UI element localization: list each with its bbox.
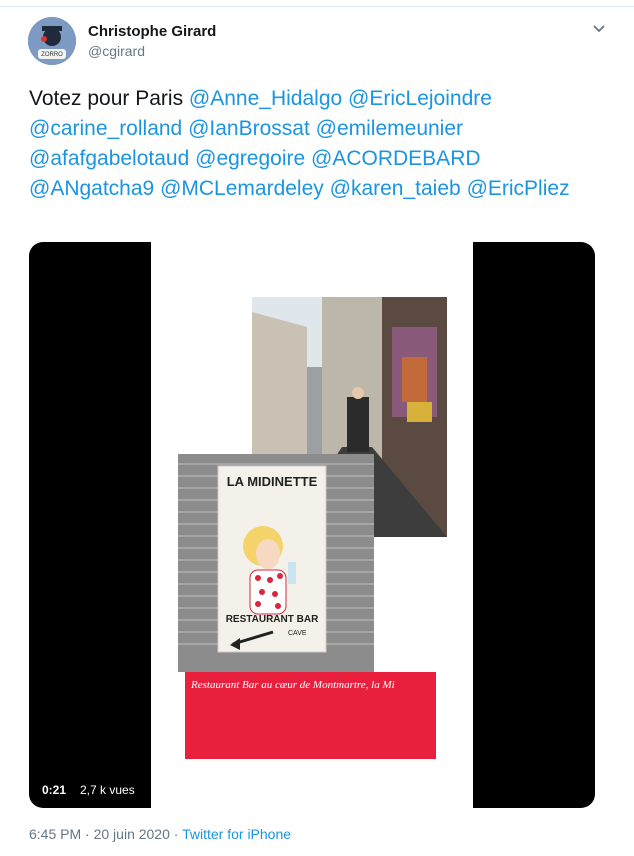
mention-link[interactable]: @EricPliez [467, 177, 570, 200]
mention-link[interactable]: @karen_taieb [330, 177, 461, 200]
chevron-down-icon[interactable] [592, 22, 606, 36]
caption-text: Restaurant Bar au cœur de Montmartre, la… [191, 679, 395, 691]
svg-text:ZORRO: ZORRO [41, 52, 63, 58]
top-border [0, 0, 634, 7]
tweet-source-link[interactable]: Twitter for iPhone [182, 826, 291, 842]
tweet-text: Votez pour Paris @Anne_Hidalgo @EricLejo… [29, 84, 589, 204]
poster-photo: LA MIDINETTE RESTAURANT BAR CAVE [178, 454, 374, 672]
poster-title: LA MIDINETTE [226, 474, 318, 489]
meta-separator: · [85, 826, 90, 842]
mention-link[interactable]: @Anne_Hidalgo [189, 87, 342, 110]
video-player[interactable]: LA MIDINETTE RESTAURANT BAR CAVE Restaur… [29, 242, 595, 808]
avatar-image: ZORRO [28, 17, 76, 65]
poster-subtitle: RESTAURANT BAR [225, 614, 319, 625]
video-time: 0:21 [42, 783, 67, 797]
video-frame: LA MIDINETTE RESTAURANT BAR CAVE Restaur… [151, 242, 473, 808]
mention-link[interactable]: @MCLemardeley [160, 177, 324, 200]
mention-link[interactable]: @EricLejoindre [348, 87, 492, 110]
mention-link[interactable]: @IanBrossat [188, 117, 310, 140]
tweet-date[interactable]: 20 juin 2020 [94, 826, 170, 842]
meta-separator: · [173, 826, 179, 842]
mention-link[interactable]: @egregoire [195, 147, 305, 170]
video-views: 2,7 k vues [80, 783, 135, 797]
mention-link[interactable]: @carine_rolland [29, 117, 182, 140]
mention-link[interactable]: @afafgabelotaud [29, 147, 189, 170]
poster-cave: CAVE [288, 630, 307, 637]
mention-link[interactable]: @ANgatcha9 [29, 177, 154, 200]
caption-card: Restaurant Bar au cœur de Montmartre, la… [185, 672, 436, 759]
author-handle[interactable]: @cgirard [88, 43, 145, 59]
mention-link[interactable]: @ACORDEBARD [311, 147, 481, 170]
mention-link[interactable]: @emilemeunier [316, 117, 463, 140]
tweet-text-prefix: Votez pour Paris [29, 87, 189, 110]
author-name[interactable]: Christophe Girard [88, 23, 216, 40]
tweet-meta: 6:45 PM · 20 juin 2020 · Twitter for iPh… [29, 826, 291, 842]
avatar[interactable]: ZORRO [28, 17, 76, 65]
tweet-time[interactable]: 6:45 PM [29, 826, 81, 842]
